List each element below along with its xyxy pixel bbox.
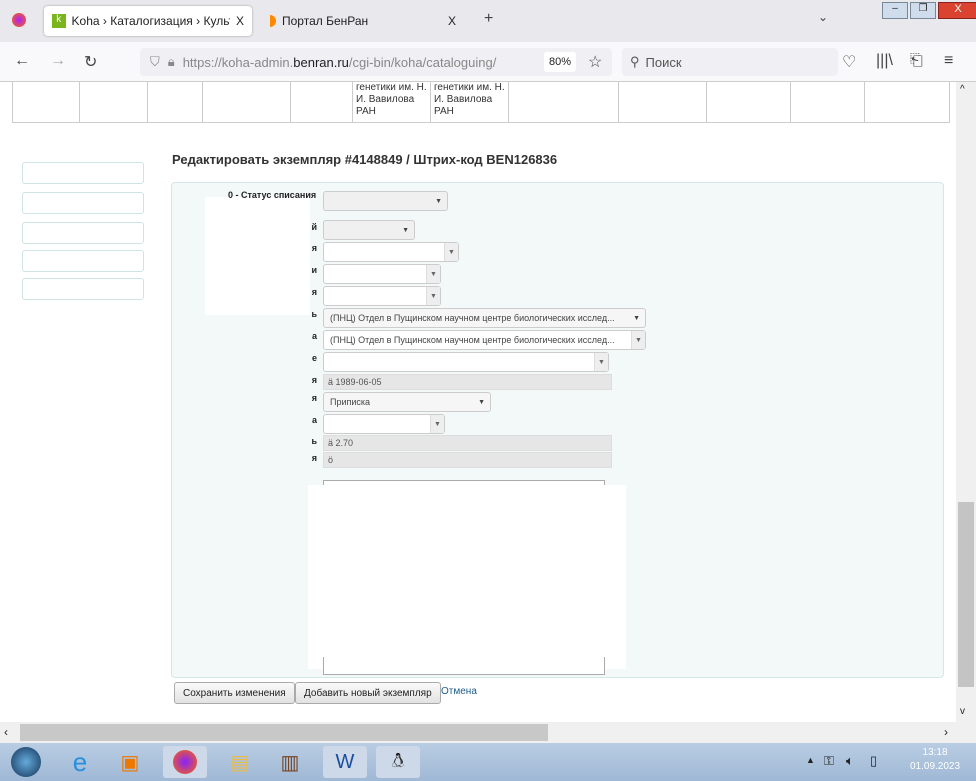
clock[interactable]: 13:18 01.09.2023 bbox=[910, 747, 960, 772]
word-icon[interactable]: W bbox=[323, 746, 367, 778]
back-icon[interactable]: ← bbox=[14, 52, 30, 70]
field-label: а bbox=[311, 415, 317, 425]
page-title: Редактировать экземпляр #4148849 / Штрих… bbox=[172, 152, 558, 167]
close-tab-icon[interactable]: X bbox=[448, 14, 456, 28]
scroll-thumb[interactable] bbox=[958, 502, 974, 687]
pocket-icon[interactable]: ♡ bbox=[842, 52, 856, 72]
add-item-button[interactable]: Добавить новый экземпляр bbox=[295, 682, 441, 704]
search-icon: ⚲ bbox=[630, 54, 640, 69]
new-tab-button[interactable]: + bbox=[484, 10, 493, 28]
table-cell: генетики им. Н. И. Вавилова РАН bbox=[352, 82, 430, 122]
redaction-box bbox=[205, 197, 310, 315]
items-table-row: генетики им. Н. И. Вавилова РАН генетики… bbox=[12, 82, 950, 123]
current-library-select[interactable]: (ПНЦ) Отдел в Пущинском научном центре б… bbox=[323, 330, 646, 350]
action-center-icon[interactable]: ▯ bbox=[870, 753, 877, 769]
koha-icon: k bbox=[52, 14, 66, 28]
search-input[interactable]: ⚲ Поиск bbox=[622, 48, 838, 76]
field-label: и bbox=[311, 265, 317, 275]
media-player-icon[interactable]: ▣ bbox=[110, 746, 150, 778]
show-hidden-icons[interactable]: ▲ bbox=[806, 755, 815, 765]
field-select[interactable]: ▼ bbox=[323, 264, 441, 284]
search-placeholder: Поиск bbox=[645, 54, 682, 70]
internet-explorer-icon[interactable]: e bbox=[60, 746, 100, 778]
lock-icon: 🔒︎ bbox=[167, 54, 175, 69]
extensions-icon[interactable]: ⎗ bbox=[910, 52, 923, 70]
field-label: я bbox=[311, 243, 317, 253]
penguin-app-icon[interactable]: 🐧︎ bbox=[376, 746, 420, 778]
notes-textarea[interactable] bbox=[323, 657, 605, 675]
menu-icon[interactable]: ≡ bbox=[944, 52, 953, 70]
cancel-link[interactable]: Отмена bbox=[441, 686, 477, 697]
start-button[interactable] bbox=[6, 746, 46, 778]
field-label: я bbox=[311, 393, 317, 403]
horizontal-scrollbar[interactable]: ‹ › bbox=[0, 722, 976, 743]
restore-button[interactable]: ❐ bbox=[910, 2, 936, 19]
date-acquired-field[interactable]: ä 1989-06-05 bbox=[323, 374, 612, 390]
source-select[interactable]: Приписка ▼ bbox=[323, 392, 491, 412]
nav-item[interactable] bbox=[22, 162, 144, 184]
field-label: я bbox=[311, 375, 317, 385]
nav-item[interactable] bbox=[22, 250, 144, 272]
field-label: е bbox=[311, 353, 317, 363]
network-icon[interactable]: ⚿ bbox=[824, 753, 834, 769]
forward-icon[interactable]: → bbox=[50, 52, 66, 70]
nav-item[interactable] bbox=[22, 192, 144, 214]
nav-item[interactable] bbox=[22, 278, 144, 300]
url-prefix: https://koha-admin. bbox=[182, 54, 294, 70]
taskbar: e ▣ ▤ ▥ W 🐧︎ ▲ ⚿ 🔈︎ ▯ 13:18 01.09.2023 bbox=[0, 743, 976, 781]
field-select[interactable]: ▼ bbox=[323, 220, 415, 240]
explorer-icon[interactable]: ▤ bbox=[220, 746, 260, 778]
bookmark-star-icon[interactable]: ☆ bbox=[588, 52, 602, 72]
page-content: генетики им. Н. И. Вавилова РАН генетики… bbox=[0, 82, 956, 722]
benran-icon bbox=[270, 15, 276, 27]
field-select[interactable]: ▼ bbox=[323, 242, 459, 262]
list-tabs-chevron-icon[interactable]: ⌄ bbox=[818, 10, 828, 24]
url-path: /cgi-bin/koha/cataloguing/ bbox=[348, 54, 497, 70]
field-label: й bbox=[311, 222, 317, 232]
withdrawn-select[interactable]: ▼ bbox=[323, 191, 448, 211]
field-label: я bbox=[311, 453, 317, 463]
left-nav bbox=[22, 162, 144, 312]
field-select[interactable]: ▼ bbox=[323, 286, 441, 306]
reload-icon[interactable]: ↻ bbox=[84, 52, 97, 72]
close-tab-icon[interactable]: X bbox=[236, 14, 244, 28]
zoom-level[interactable]: 80% bbox=[544, 52, 576, 72]
field-label: а bbox=[311, 331, 317, 341]
table-cell: генетики им. Н. И. Вавилова РАН bbox=[430, 82, 508, 122]
close-window-button[interactable]: X bbox=[938, 2, 976, 19]
field-input[interactable]: ö bbox=[323, 452, 612, 468]
field-label: ь bbox=[311, 436, 317, 446]
tab-label: Портал БенРан bbox=[282, 14, 369, 28]
url-bar[interactable]: ⛉ 🔒︎ https://koha-admin.benran.ru/cgi-bi… bbox=[140, 48, 612, 76]
volume-icon[interactable]: 🔈︎ bbox=[846, 753, 854, 769]
field-select[interactable]: ▼ bbox=[323, 414, 445, 434]
scroll-thumb[interactable] bbox=[20, 724, 548, 741]
tab-bar: k Koha › Каталогизация › Культу X Портал… bbox=[0, 0, 976, 42]
field-label: я bbox=[311, 287, 317, 297]
nav-item[interactable] bbox=[22, 222, 144, 244]
firefox-menu-icon[interactable] bbox=[12, 13, 26, 27]
field-select[interactable]: ▼ bbox=[323, 352, 609, 372]
save-button[interactable]: Сохранить изменения bbox=[174, 682, 295, 704]
minimize-button[interactable]: – bbox=[882, 2, 908, 19]
shield-icon: ⛉ bbox=[150, 54, 160, 69]
url-domain: benran.ru bbox=[293, 54, 349, 70]
price-field[interactable]: ä 2.70 bbox=[323, 435, 612, 451]
firefox-icon[interactable] bbox=[163, 746, 207, 778]
tab-koha[interactable]: k Koha › Каталогизация › Культу X bbox=[44, 6, 252, 36]
field-label: ь bbox=[311, 309, 317, 319]
home-library-select[interactable]: (ПНЦ) Отдел в Пущинском научном центре б… bbox=[323, 308, 646, 328]
tab-benran[interactable]: Портал БенРан X bbox=[262, 6, 472, 36]
field-label: 0 - Статус списания bbox=[228, 190, 317, 200]
library-app-icon[interactable]: ▥ bbox=[270, 746, 310, 778]
redaction-box bbox=[308, 485, 626, 669]
library-icon[interactable]: |||\ bbox=[876, 52, 893, 70]
tab-label: Koha › Каталогизация › Культу bbox=[71, 14, 230, 28]
vertical-scrollbar[interactable]: ^ v bbox=[956, 82, 976, 722]
